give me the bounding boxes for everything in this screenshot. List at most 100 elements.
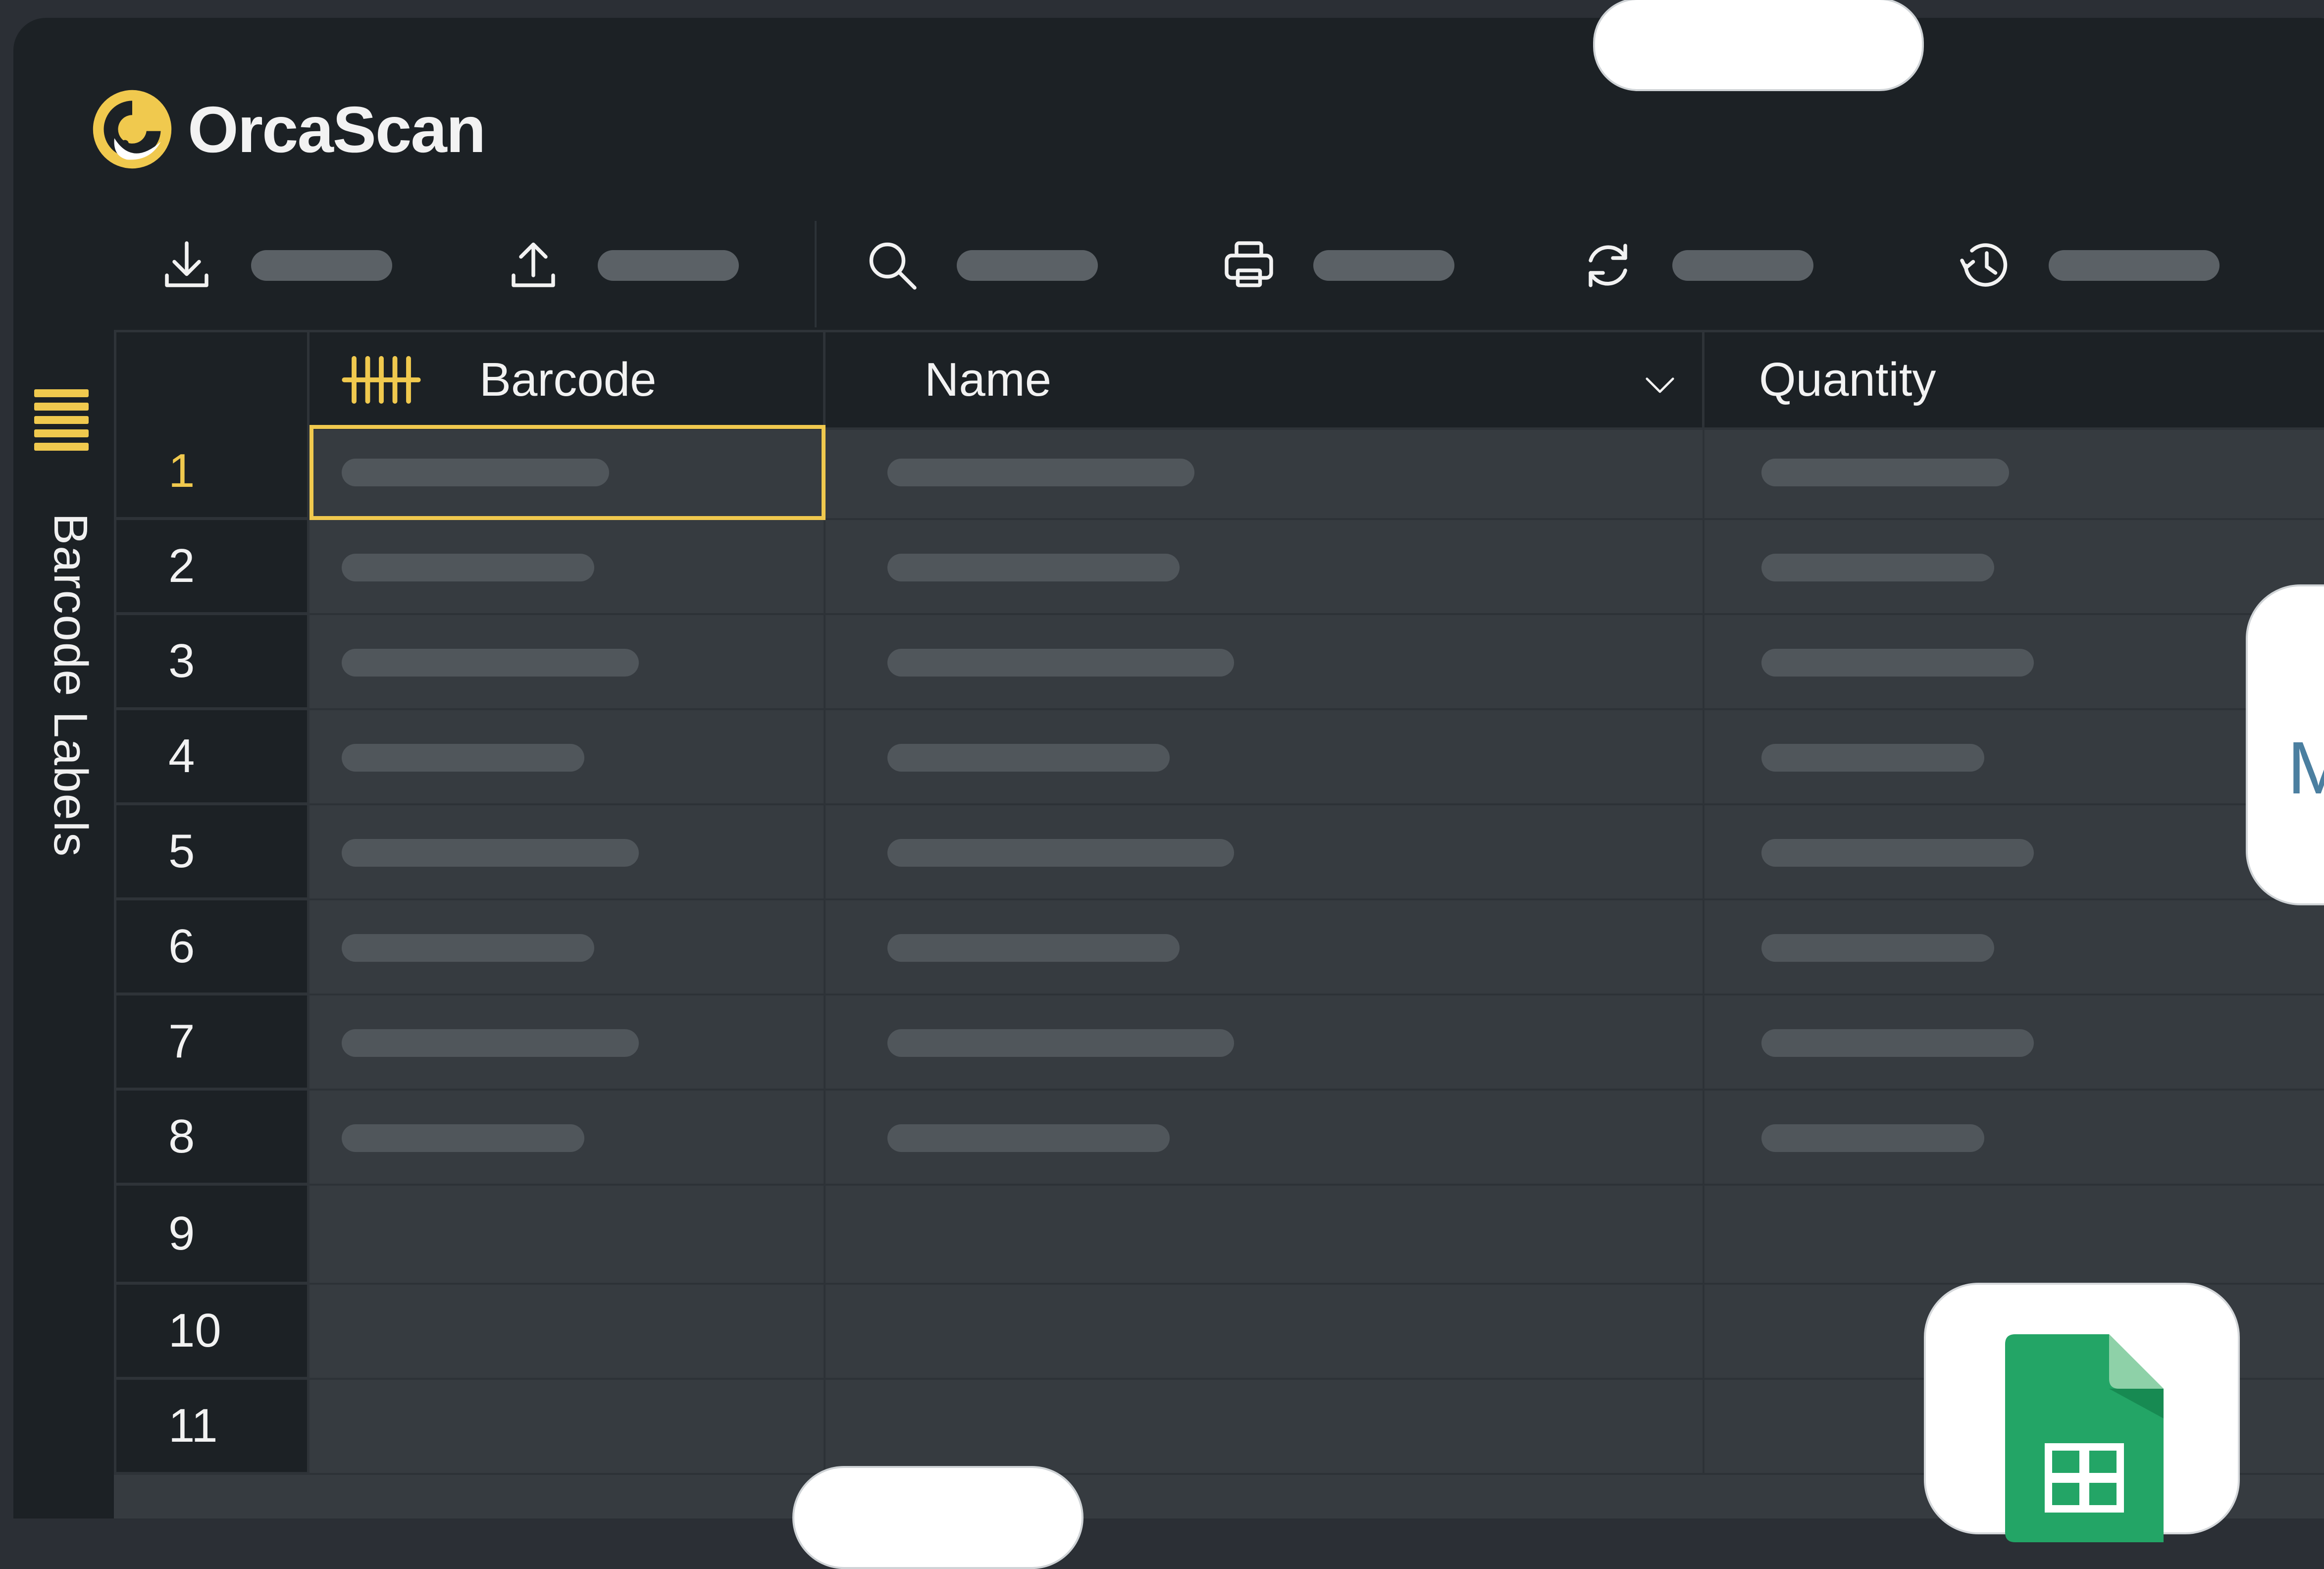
row-number[interactable]: 10 — [114, 1285, 310, 1380]
name-cell[interactable] — [826, 1091, 1704, 1186]
row-number[interactable]: 2 — [114, 520, 310, 615]
google-sheets-card[interactable] — [1924, 1283, 2240, 1542]
row-number[interactable]: 8 — [114, 1091, 310, 1186]
menu-lines-icon[interactable] — [34, 389, 89, 456]
cell-value-placeholder — [342, 934, 594, 962]
barcode-cell[interactable] — [310, 1186, 826, 1285]
name-cell[interactable] — [826, 425, 1704, 520]
toolbar — [13, 206, 2324, 335]
right-card-text: M — [2287, 726, 2324, 809]
column-label: Quantity — [1759, 353, 1936, 406]
barcode-cell[interactable] — [310, 520, 826, 615]
cell-value-placeholder — [887, 934, 1180, 962]
row-number[interactable]: 11 — [114, 1380, 310, 1475]
history-button[interactable] — [1955, 236, 2220, 295]
row-number[interactable]: 7 — [114, 995, 310, 1091]
download-icon — [165, 241, 208, 287]
table-row: 4 — [114, 710, 2324, 805]
row-number[interactable]: 3 — [114, 615, 310, 710]
cell-value-placeholder — [1761, 744, 1984, 772]
quantity-cell[interactable] — [1704, 520, 2324, 615]
download-label-placeholder — [251, 250, 392, 281]
name-cell[interactable] — [826, 1285, 1704, 1380]
cell-value-placeholder — [342, 1029, 639, 1057]
cell-value-placeholder — [342, 1124, 584, 1152]
cell-value-placeholder — [1761, 1124, 1984, 1152]
column-header-name[interactable]: Name — [826, 332, 1704, 427]
cell-value-placeholder — [887, 1124, 1170, 1152]
upload-button[interactable] — [504, 236, 739, 295]
refresh-icon — [1589, 244, 1627, 287]
row-number[interactable]: 6 — [114, 900, 310, 995]
table-row: 7 — [114, 995, 2324, 1091]
search-icon — [869, 242, 917, 290]
history-icon — [1960, 243, 2008, 287]
barcode-cell[interactable] — [310, 710, 826, 805]
quantity-cell[interactable] — [1704, 805, 2324, 900]
column-header-barcode[interactable]: Barcode — [310, 332, 826, 427]
quantity-cell[interactable] — [1704, 995, 2324, 1091]
table-row: 5 — [114, 805, 2324, 900]
orca-logo-icon — [93, 90, 172, 169]
download-button[interactable] — [157, 236, 392, 295]
app-window: OrcaScan Barcode Labels Barcode Name Qua… — [13, 0, 2324, 1518]
quantity-cell[interactable] — [1704, 425, 2324, 520]
barcode-cell[interactable] — [310, 1091, 826, 1186]
refresh-button[interactable] — [1578, 236, 1813, 295]
row-number[interactable]: 5 — [114, 805, 310, 900]
cell-value-placeholder — [1761, 649, 2034, 677]
barcode-cell[interactable] — [310, 1285, 826, 1380]
name-cell[interactable] — [826, 900, 1704, 995]
bottom-floating-card — [792, 1466, 1084, 1569]
upload-label-placeholder — [598, 250, 739, 281]
cell-value-placeholder — [887, 744, 1170, 772]
name-cell[interactable] — [826, 520, 1704, 615]
column-header-row: Barcode Name Quantity — [114, 330, 2324, 430]
quantity-cell[interactable] — [1704, 710, 2324, 805]
cell-value-placeholder — [342, 649, 639, 677]
quantity-cell[interactable] — [1704, 1186, 2324, 1285]
table-row: 1 — [114, 425, 2324, 520]
sidebar: Barcode Labels — [13, 330, 115, 1518]
search-label-placeholder — [957, 250, 1098, 281]
cell-value-placeholder — [1761, 1029, 2034, 1057]
column-label: Barcode — [479, 353, 657, 406]
name-cell[interactable] — [826, 710, 1704, 805]
top-floating-card — [1593, 0, 1924, 91]
logo[interactable]: OrcaScan — [88, 85, 486, 174]
upload-icon — [512, 242, 555, 287]
print-button[interactable] — [1219, 236, 1454, 295]
column-label: Name — [925, 353, 1052, 406]
row-number[interactable]: 4 — [114, 710, 310, 805]
barcode-cell[interactable] — [310, 995, 826, 1091]
name-cell[interactable] — [826, 1186, 1704, 1285]
name-cell[interactable] — [826, 805, 1704, 900]
select-all-corner[interactable] — [114, 332, 310, 427]
quantity-cell[interactable] — [1704, 615, 2324, 710]
row-number[interactable]: 9 — [114, 1186, 310, 1285]
cell-value-placeholder — [887, 459, 1194, 486]
search-button[interactable] — [863, 236, 1098, 295]
barcode-cell[interactable] — [310, 805, 826, 900]
barcode-cell[interactable] — [310, 900, 826, 995]
row-number[interactable]: 1 — [114, 425, 310, 520]
brand-name: OrcaScan — [188, 93, 486, 166]
table-row: 9 — [114, 1186, 2324, 1285]
cell-value-placeholder — [887, 649, 1234, 677]
cell-value-placeholder — [1761, 839, 2034, 867]
name-cell[interactable] — [826, 615, 1704, 710]
sheet-name-label[interactable]: Barcode Labels — [43, 513, 98, 857]
barcode-icon — [342, 356, 421, 404]
cell-value-placeholder — [1761, 934, 1994, 962]
column-header-quantity[interactable]: Quantity — [1704, 332, 2324, 427]
chevron-down-icon[interactable] — [1638, 362, 1682, 407]
google-sheets-icon — [2005, 1334, 2164, 1542]
cell-value-placeholder — [887, 839, 1234, 867]
name-cell[interactable] — [826, 995, 1704, 1091]
barcode-cell[interactable] — [310, 1380, 826, 1475]
quantity-cell[interactable] — [1704, 1091, 2324, 1186]
quantity-cell[interactable] — [1704, 900, 2324, 995]
name-cell[interactable] — [826, 1380, 1704, 1475]
cell-value-placeholder — [887, 1029, 1234, 1057]
barcode-cell[interactable] — [310, 615, 826, 710]
